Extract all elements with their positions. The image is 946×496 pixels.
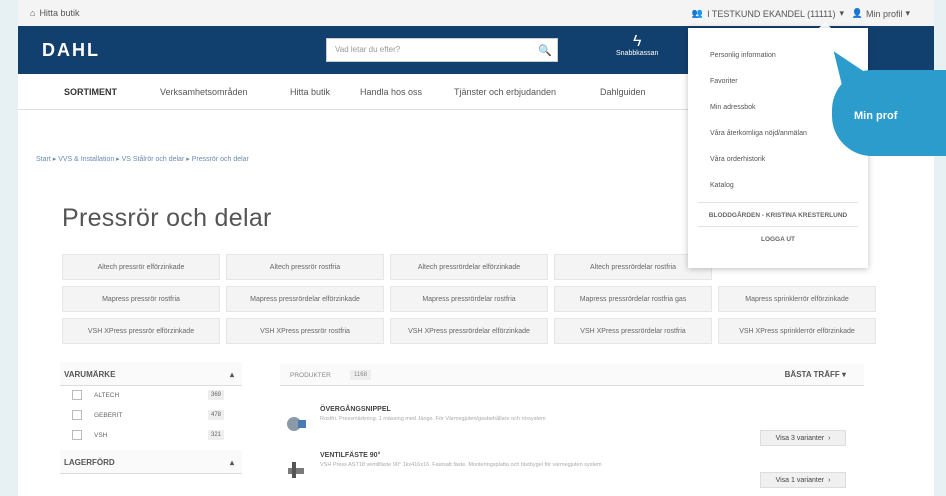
chevron-down-icon: ▾ bbox=[905, 8, 910, 18]
checkbox[interactable] bbox=[72, 430, 82, 440]
menu-item-personal-info[interactable]: Personlig information bbox=[710, 52, 776, 59]
filter-stock-title: LAGERFÖRD bbox=[64, 458, 115, 467]
filter-option[interactable]: ALTECH 369 bbox=[60, 386, 242, 406]
filter-brand-title: VARUMÄRKE bbox=[64, 370, 116, 379]
show-variants-button[interactable]: Visa 1 varianter › bbox=[760, 472, 846, 488]
search-input[interactable]: Vad letar du efter? 🔍 bbox=[326, 38, 558, 62]
quick-checkout-button[interactable]: ϟ Snabbkassan bbox=[616, 33, 659, 58]
product-description: Rostfri. Pressmärkning. 1 mässing med Jä… bbox=[320, 416, 546, 422]
products-count: 1168 bbox=[350, 370, 371, 380]
chevron-right-icon: › bbox=[828, 434, 831, 442]
nav-item-hitta-butik[interactable]: Hitta butik bbox=[290, 87, 330, 97]
product-row[interactable]: ÖVERGÅNGSNIPPEL Rostfri. Pressmärkning. … bbox=[280, 406, 864, 448]
menu-item-catalog[interactable]: Katalog bbox=[710, 182, 734, 189]
dahl-logo[interactable]: DAHL bbox=[42, 40, 100, 61]
category-tile[interactable]: Mapress pressrördelar elförzinkade bbox=[226, 286, 384, 312]
page-title: Pressrör och delar bbox=[62, 204, 272, 232]
breadcrumb-item[interactable]: VS Stålrör och delar bbox=[122, 156, 185, 163]
nav-item-dahlguiden[interactable]: Dahlguiden bbox=[600, 87, 646, 97]
sort-dropdown[interactable]: BÄSTA TRÄFF ▾ bbox=[785, 370, 846, 379]
find-store-label: Hitta butik bbox=[39, 8, 80, 18]
chevron-down-icon: ▾ bbox=[839, 8, 844, 18]
show-variants-button[interactable]: Visa 3 varianter › bbox=[760, 430, 846, 446]
nav-item-sortiment[interactable]: SORTIMENT bbox=[64, 87, 117, 97]
quick-checkout-label: Snabbkassan bbox=[616, 50, 659, 57]
show-variants-label: Visa 3 varianter bbox=[775, 434, 825, 442]
menu-item-switch-account[interactable]: BLODDGÅRDEN - KRISTINA KRESTERLUND bbox=[688, 212, 868, 219]
logout-button[interactable]: LOGGA UT bbox=[688, 236, 868, 243]
filter-option[interactable]: VSH 321 bbox=[60, 426, 242, 446]
checkbox[interactable] bbox=[72, 410, 82, 420]
menu-item-order-history[interactable]: Våra orderhistorik bbox=[710, 156, 765, 163]
profile-menu-toggle[interactable]: 👤 Min profil ▾ bbox=[852, 8, 910, 19]
product-name[interactable]: ÖVERGÅNGSNIPPEL bbox=[320, 406, 391, 413]
category-tile[interactable]: Mapress pressrördelar rostfria bbox=[390, 286, 548, 312]
bracket-icon bbox=[288, 462, 304, 478]
search-placeholder: Vad letar du efter? bbox=[335, 45, 401, 54]
callout-text: Min prof bbox=[854, 110, 898, 122]
sort-label: BÄSTA TRÄFF bbox=[784, 370, 840, 379]
category-tile[interactable]: VSH XPress sprinklerrör elförzinkade bbox=[718, 318, 876, 344]
profile-label: Min profil bbox=[865, 8, 903, 19]
breadcrumb-item[interactable]: VVS & Installation bbox=[58, 156, 114, 163]
filter-sidebar: VARUMÄRKE ▴ ALTECH 369 GEBERIT 478 VSH 3… bbox=[60, 362, 242, 474]
breadcrumb-current: Pressrör och delar bbox=[191, 156, 249, 163]
category-tile[interactable]: VSH XPress pressrördelar rostfria bbox=[554, 318, 712, 344]
user-icon: 👤 bbox=[851, 8, 863, 18]
filter-option-count: 321 bbox=[207, 430, 224, 440]
nav-item-tjanster[interactable]: Tjänster och erbjudanden bbox=[454, 87, 556, 97]
search-icon: 🔍 bbox=[538, 44, 552, 57]
filter-option-count: 369 bbox=[207, 390, 224, 400]
caret-up-icon: ▴ bbox=[229, 370, 234, 379]
nav-item-verksamhet[interactable]: Verksamhetsområden bbox=[160, 87, 248, 97]
menu-item-address-book[interactable]: Min adressbok bbox=[710, 104, 756, 111]
product-name[interactable]: VENTILFÄSTE 90° bbox=[320, 452, 380, 459]
filter-option-label: ALTECH bbox=[94, 392, 120, 399]
callout-bubble: Min prof bbox=[832, 70, 946, 156]
show-variants-label: Visa 1 varianter bbox=[775, 476, 825, 484]
filter-stock-header[interactable]: LAGERFÖRD ▴ bbox=[60, 450, 242, 474]
menu-divider bbox=[698, 226, 858, 227]
filter-brand-header[interactable]: VARUMÄRKE ▴ bbox=[60, 362, 242, 386]
breadcrumb-item[interactable]: Start bbox=[36, 156, 51, 163]
category-tile[interactable]: Mapress pressrördelar rostfria gas bbox=[554, 286, 712, 312]
lightning-icon: ϟ bbox=[632, 33, 642, 50]
filter-option-count: 478 bbox=[207, 410, 224, 420]
category-tile[interactable]: Altech pressrör rostfria bbox=[226, 254, 384, 280]
menu-divider bbox=[698, 202, 858, 203]
chevron-right-icon: › bbox=[828, 476, 831, 484]
product-row[interactable]: VENTILFÄSTE 90° VSH Press AST18 ventilfä… bbox=[280, 452, 864, 494]
filter-option-label: GEBERIT bbox=[94, 412, 123, 419]
account-label: I TESTKUND EKANDEL (11111) bbox=[707, 8, 836, 19]
category-tile[interactable]: VSH XPress pressrör elförzinkade bbox=[62, 318, 220, 344]
caret-up-icon: ▴ bbox=[229, 458, 234, 467]
menu-item-recurring[interactable]: Våra återkomliga nöjd/anmälan bbox=[710, 130, 807, 137]
top-utility-bar: ⌂ Hitta butik 👥 I TESTKUND EKANDEL (1111… bbox=[18, 0, 934, 26]
category-tile[interactable]: Altech pressrör elförzinkade bbox=[62, 254, 220, 280]
filter-option-label: VSH bbox=[94, 432, 108, 439]
filter-option[interactable]: GEBERIT 478 bbox=[60, 406, 242, 426]
products-header: PRODUKTER 1168 BÄSTA TRÄFF ▾ bbox=[280, 364, 864, 386]
find-store-link[interactable]: ⌂ Hitta butik bbox=[30, 8, 79, 18]
category-tile[interactable]: Mapress pressrör rostfria bbox=[62, 286, 220, 312]
breadcrumb: Start ▸ VVS & Installation ▸ VS Stålrör … bbox=[36, 156, 249, 163]
users-icon: 👥 bbox=[691, 8, 704, 18]
category-tile[interactable]: Mapress sprinklerrör elförzinkade bbox=[718, 286, 876, 312]
category-tile[interactable]: VSH XPress pressrördelar elförzinkade bbox=[390, 318, 548, 344]
home-icon: ⌂ bbox=[30, 8, 36, 18]
menu-item-favorites[interactable]: Favoriter bbox=[710, 78, 738, 85]
category-tile[interactable]: VSH XPress pressrör rostfria bbox=[226, 318, 384, 344]
search-button[interactable]: 🔍 bbox=[533, 39, 557, 61]
fitting-icon bbox=[287, 417, 306, 431]
account-selector[interactable]: 👥 I TESTKUND EKANDEL (11111) ▾ bbox=[692, 8, 844, 19]
checkbox[interactable] bbox=[72, 390, 82, 400]
nav-item-handla[interactable]: Handla hos oss bbox=[360, 87, 422, 97]
category-tile[interactable]: Altech pressrördelar elförzinkade bbox=[390, 254, 548, 280]
products-title: PRODUKTER bbox=[290, 372, 331, 379]
product-description: VSH Press AST18 ventilfäste 90° 1kx416x1… bbox=[320, 462, 602, 468]
